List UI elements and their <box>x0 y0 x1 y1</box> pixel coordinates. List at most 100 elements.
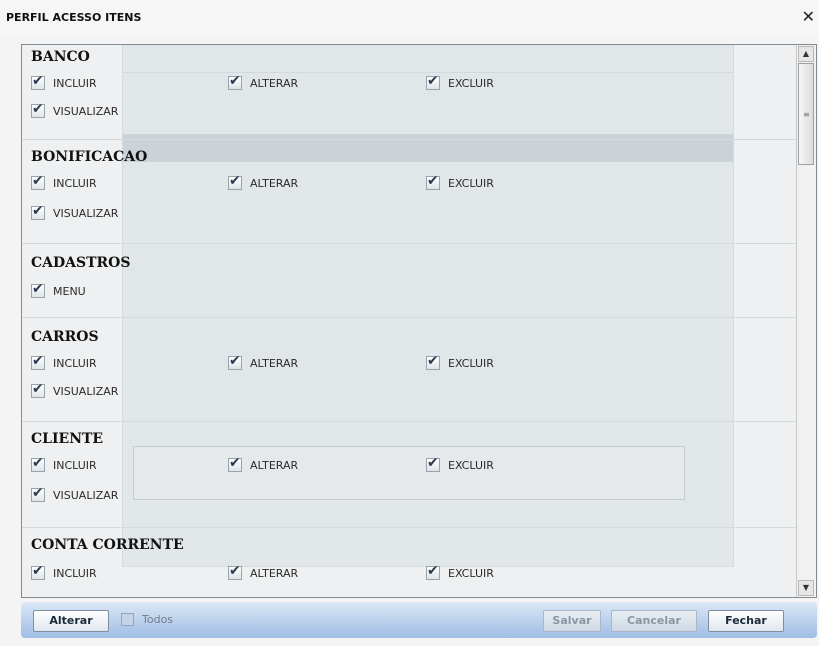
permission-checkbox-excluir[interactable]: ✔ EXCLUIR <box>426 353 494 371</box>
checkbox-label: EXCLUIR <box>448 458 494 472</box>
section-divider <box>22 243 796 244</box>
check-icon: ✔ <box>32 563 44 579</box>
checkbox-label: EXCLUIR <box>448 566 494 580</box>
check-icon: ✔ <box>32 101 44 117</box>
permission-checkbox-incluir[interactable]: ✔ INCLUIR <box>31 73 97 91</box>
check-icon: ✔ <box>32 485 44 501</box>
checkbox-label: INCLUIR <box>53 356 97 370</box>
checkbox-label: ALTERAR <box>250 458 299 472</box>
check-icon: ✔ <box>32 381 44 397</box>
checkbox-label: VISUALIZAR <box>53 104 119 118</box>
permission-checkbox-alterar[interactable]: ✔ ALTERAR <box>228 353 299 371</box>
cancelar-button[interactable]: Cancelar <box>611 610 697 632</box>
permission-checkbox-excluir[interactable]: ✔ EXCLUIR <box>426 563 494 581</box>
permission-checkbox-alterar[interactable]: ✔ ALTERAR <box>228 73 299 91</box>
checkbox-label: ALTERAR <box>250 356 299 370</box>
permission-checkbox-visualizar[interactable]: ✔ VISUALIZAR <box>31 485 119 503</box>
check-icon: ✔ <box>229 73 241 89</box>
todos-checkbox-box[interactable] <box>121 613 134 626</box>
check-icon: ✔ <box>427 455 439 471</box>
checkbox-label: INCLUIR <box>53 566 97 580</box>
checkbox-box[interactable]: ✔ <box>426 455 440 472</box>
section-title: CLIENTE <box>31 431 104 447</box>
checkbox-label: VISUALIZAR <box>53 488 119 502</box>
checkbox-label: EXCLUIR <box>448 176 494 190</box>
vertical-scrollbar[interactable]: ▲ ≡ ▼ <box>796 45 816 597</box>
checkbox-box[interactable]: ✔ <box>228 563 242 580</box>
checkbox-box[interactable]: ✔ <box>31 281 45 298</box>
checkbox-box[interactable]: ✔ <box>31 203 45 220</box>
alterar-button[interactable]: Alterar <box>33 610 109 632</box>
permission-checkbox-incluir[interactable]: ✔ INCLUIR <box>31 353 97 371</box>
checkbox-box[interactable]: ✔ <box>228 455 242 472</box>
section-title: BONIFICACAO <box>31 149 148 165</box>
permission-checkbox-visualizar[interactable]: ✔ VISUALIZAR <box>31 101 119 119</box>
checkbox-box[interactable]: ✔ <box>228 353 242 370</box>
check-icon: ✔ <box>32 455 44 471</box>
checkbox-box[interactable]: ✔ <box>31 563 45 580</box>
checkbox-box[interactable]: ✔ <box>31 173 45 190</box>
todos-label: Todos <box>142 613 174 626</box>
permission-checkbox-menu[interactable]: ✔ MENU <box>31 281 86 299</box>
check-icon: ✔ <box>32 73 44 89</box>
permission-checkbox-alterar[interactable]: ✔ ALTERAR <box>228 455 299 473</box>
checkbox-box[interactable]: ✔ <box>426 563 440 580</box>
permission-checkbox-alterar[interactable]: ✔ ALTERAR <box>228 173 298 191</box>
permission-checkbox-incluir[interactable]: ✔ INCLUIR <box>31 173 97 191</box>
check-icon: ✔ <box>427 73 439 89</box>
permissions-list: BANCO ✔ INCLUIR ✔ ALTERAR ✔ EXCLUIR ✔ VISUALIZAR… <box>22 45 796 597</box>
checkbox-label: VISUALIZAR <box>53 206 119 220</box>
section-title: CARROS <box>31 329 99 345</box>
permission-checkbox-visualizar[interactable]: ✔ VISUALIZAR <box>31 381 119 399</box>
section-title: CADASTROS <box>31 255 131 271</box>
check-icon: ✔ <box>427 353 439 369</box>
section-divider <box>22 317 796 318</box>
permission-checkbox-incluir[interactable]: ✔ INCLUIR <box>31 455 97 473</box>
scroll-thumb[interactable]: ≡ <box>798 63 814 165</box>
scroll-down-arrow-icon[interactable]: ▼ <box>798 580 814 596</box>
salvar-button[interactable]: Salvar <box>543 610 601 632</box>
check-icon: ✔ <box>32 173 44 189</box>
checkbox-label: ALTERAR <box>250 566 299 580</box>
permission-checkbox-excluir[interactable]: ✔ EXCLUIR <box>426 455 494 473</box>
check-icon: ✔ <box>229 173 241 189</box>
section-divider <box>22 421 796 422</box>
window-title: PERFIL ACESSO ITENS <box>6 11 142 24</box>
checkbox-box[interactable]: ✔ <box>228 173 242 190</box>
checkbox-label: INCLUIR <box>53 176 97 190</box>
checkbox-box[interactable]: ✔ <box>228 73 242 90</box>
checkbox-box[interactable]: ✔ <box>426 173 440 190</box>
checkbox-label: MENU <box>53 284 86 298</box>
check-icon: ✔ <box>229 353 241 369</box>
checkbox-box[interactable]: ✔ <box>426 353 440 370</box>
scroll-up-arrow-icon[interactable]: ▲ <box>798 46 814 62</box>
check-icon: ✔ <box>32 203 44 219</box>
checkbox-box[interactable]: ✔ <box>31 101 45 118</box>
check-icon: ✔ <box>229 563 241 579</box>
checkbox-label: INCLUIR <box>53 76 97 90</box>
check-icon: ✔ <box>32 353 44 369</box>
section-divider <box>22 139 796 140</box>
close-icon[interactable]: ✕ <box>802 6 815 28</box>
fechar-button[interactable]: Fechar <box>708 610 784 632</box>
checkbox-box[interactable]: ✔ <box>31 353 45 370</box>
section-title: BANCO <box>31 49 90 65</box>
section-title: CONTA CORRENTE <box>31 537 184 553</box>
checkbox-box[interactable]: ✔ <box>426 73 440 90</box>
section-divider <box>22 527 796 528</box>
checkbox-box[interactable]: ✔ <box>31 73 45 90</box>
check-icon: ✔ <box>427 563 439 579</box>
checkbox-box[interactable]: ✔ <box>31 485 45 502</box>
checkbox-label: VISUALIZAR <box>53 384 119 398</box>
checkbox-label: ALTERAR <box>250 76 299 90</box>
todos-checkbox[interactable]: Todos <box>121 613 173 626</box>
permission-checkbox-alterar[interactable]: ✔ ALTERAR <box>228 563 299 581</box>
permission-checkbox-incluir[interactable]: ✔ INCLUIR <box>31 563 97 581</box>
permission-checkbox-visualizar[interactable]: ✔ VISUALIZAR <box>31 203 119 221</box>
checkbox-box[interactable]: ✔ <box>31 455 45 472</box>
permissions-panel: BANCO ✔ INCLUIR ✔ ALTERAR ✔ EXCLUIR ✔ VISUALIZAR… <box>21 44 817 598</box>
permission-checkbox-excluir[interactable]: ✔ EXCLUIR <box>426 173 494 191</box>
checkbox-box[interactable]: ✔ <box>31 381 45 398</box>
check-icon: ✔ <box>427 173 439 189</box>
permission-checkbox-excluir[interactable]: ✔ EXCLUIR <box>426 73 494 91</box>
